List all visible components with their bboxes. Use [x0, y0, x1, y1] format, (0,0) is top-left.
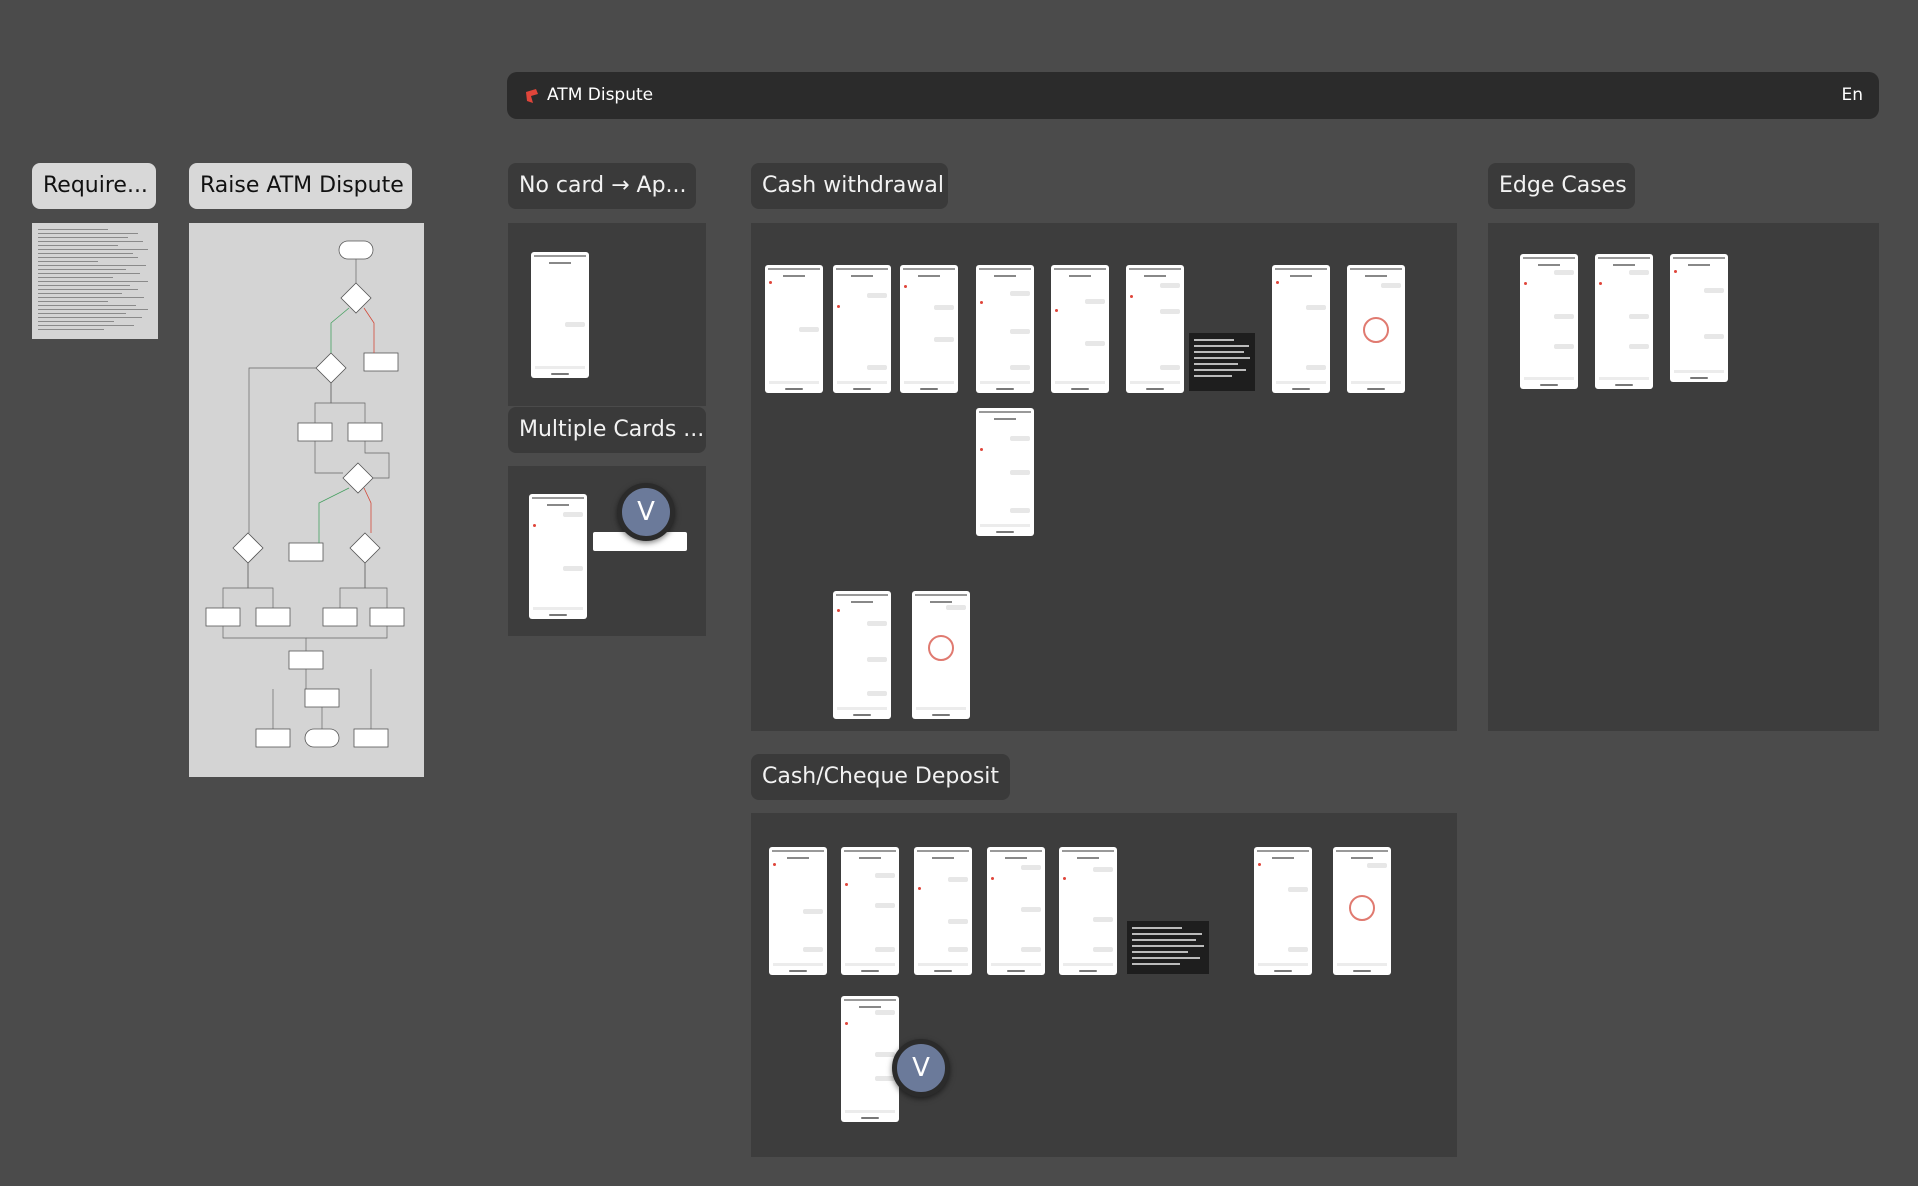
board-label-no-card[interactable]: No card → Ap...	[508, 163, 696, 209]
language-switcher[interactable]: En	[1841, 85, 1863, 105]
top-bar: ATM Dispute En	[507, 72, 1879, 119]
phone-screen[interactable]	[1520, 254, 1578, 389]
phone-screen[interactable]	[1051, 265, 1109, 393]
phone-screen[interactable]	[769, 847, 827, 975]
flowchart-diagram	[205, 240, 405, 748]
phone-screen[interactable]	[914, 847, 972, 975]
phone-screen[interactable]	[900, 265, 958, 393]
phone-screen[interactable]	[765, 265, 823, 393]
phone-screen[interactable]	[1670, 254, 1728, 382]
phone-screen[interactable]	[1126, 265, 1184, 393]
board-label-edge-cases[interactable]: Edge Cases	[1488, 163, 1635, 209]
illustration-icon	[1363, 317, 1389, 343]
dispute-flowchart[interactable]	[189, 223, 424, 777]
note-card[interactable]	[1127, 921, 1209, 974]
board-label-raise-dispute[interactable]: Raise ATM Dispute	[189, 163, 412, 209]
file-title: ATM Dispute	[547, 85, 654, 105]
board-label-multiple-cards[interactable]: Multiple Cards ...	[508, 407, 706, 453]
phone-screen[interactable]	[833, 265, 891, 393]
phone-screen[interactable]	[1254, 847, 1312, 975]
board-label-cash-withdrawal[interactable]: Cash withdrawal	[751, 163, 948, 209]
brand-logo-icon	[526, 89, 538, 103]
collaborator-avatar[interactable]: V	[892, 1039, 950, 1097]
phone-screen[interactable]	[529, 494, 587, 619]
phone-screen[interactable]	[1595, 254, 1653, 389]
board-label-deposit[interactable]: Cash/Cheque Deposit	[751, 754, 1010, 800]
phone-screen[interactable]	[1272, 265, 1330, 393]
phone-screen[interactable]	[976, 265, 1034, 393]
phone-screen[interactable]	[833, 591, 891, 719]
phone-screen[interactable]	[912, 591, 970, 719]
phone-screen[interactable]	[531, 252, 589, 378]
phone-screen[interactable]	[841, 996, 899, 1122]
illustration-icon	[928, 635, 954, 661]
phone-screen[interactable]	[1347, 265, 1405, 393]
illustration-icon	[1349, 895, 1375, 921]
note-card[interactable]	[1189, 333, 1255, 391]
phone-screen[interactable]	[1059, 847, 1117, 975]
phone-screen[interactable]	[841, 847, 899, 975]
phone-screen[interactable]	[976, 408, 1034, 536]
phone-screen[interactable]	[1333, 847, 1391, 975]
board-label-requirements[interactable]: Require...	[32, 163, 156, 209]
requirements-document[interactable]	[32, 223, 158, 339]
collaborator-avatar[interactable]: V	[617, 483, 675, 541]
phone-screen[interactable]	[987, 847, 1045, 975]
